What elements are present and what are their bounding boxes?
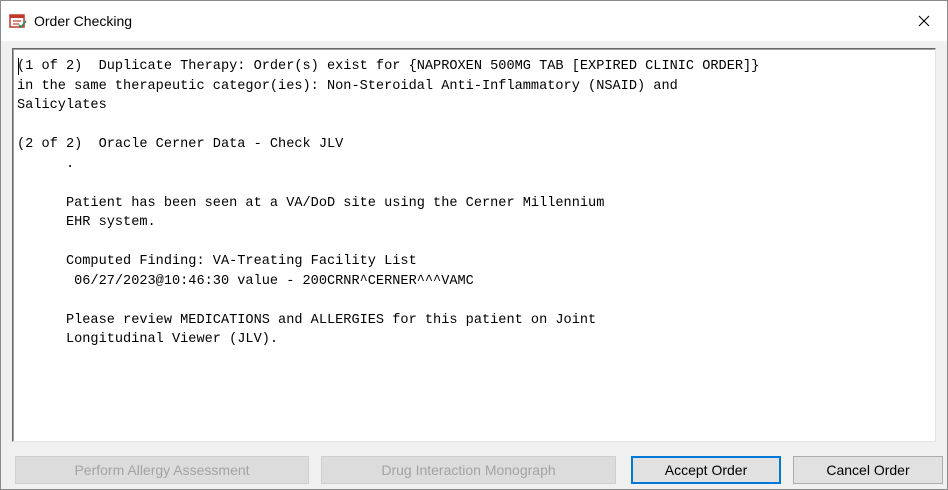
order-checking-dialog: Order Checking (1 of 2) Duplicate Therap…	[0, 0, 948, 490]
close-icon	[918, 15, 930, 27]
drug-interaction-monograph-button[interactable]: Drug Interaction Monograph	[321, 456, 616, 484]
order-check-icon	[9, 14, 27, 29]
button-bar: Perform Allergy Assessment Drug Interact…	[1, 456, 947, 486]
title-bar[interactable]: Order Checking	[1, 1, 947, 41]
perform-allergy-assessment-button[interactable]: Perform Allergy Assessment	[15, 456, 309, 484]
accept-order-button[interactable]: Accept Order	[631, 456, 781, 484]
order-check-text: (1 of 2) Duplicate Therapy: Order(s) exi…	[17, 59, 760, 347]
window-title: Order Checking	[34, 13, 133, 29]
cancel-order-button[interactable]: Cancel Order	[793, 456, 943, 484]
text-caret	[18, 58, 19, 75]
order-check-messages[interactable]: (1 of 2) Duplicate Therapy: Order(s) exi…	[12, 48, 936, 442]
close-button[interactable]	[901, 1, 947, 41]
